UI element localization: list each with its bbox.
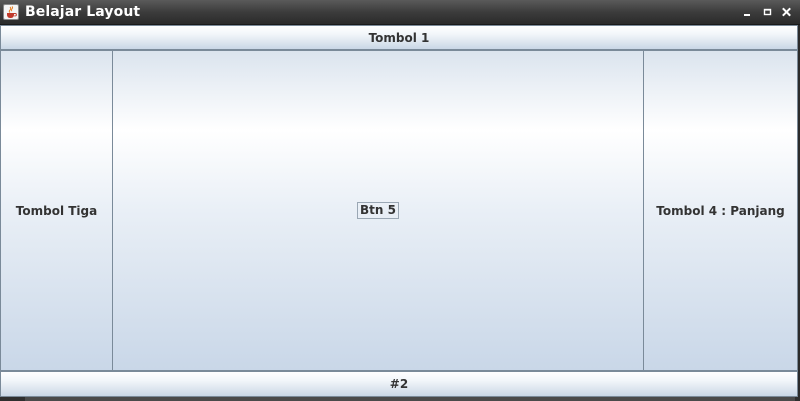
- maximize-icon[interactable]: [762, 6, 774, 18]
- tombol-tiga-button[interactable]: Tombol Tiga: [0, 50, 113, 371]
- btn-5-button[interactable]: Btn 5: [112, 50, 644, 371]
- window-bottom-border: [0, 397, 800, 401]
- tombol-1-button[interactable]: Tombol 1: [0, 25, 798, 50]
- minimize-icon[interactable]: [742, 6, 754, 18]
- app-window: Belajar Layout Tombol 1 Tombol Tiga Btn: [0, 0, 800, 401]
- close-icon[interactable]: [781, 6, 793, 18]
- java-cup-icon[interactable]: [3, 4, 19, 20]
- button-2[interactable]: #2: [0, 371, 798, 397]
- btn-5-label: Btn 5: [357, 202, 399, 219]
- tombol-4-label: Tombol 4 : Panjang: [656, 203, 785, 218]
- tombol-4-button[interactable]: Tombol 4 : Panjang: [643, 50, 798, 371]
- tombol-tiga-label: Tombol Tiga: [15, 203, 98, 218]
- title-bar[interactable]: Belajar Layout: [0, 0, 800, 25]
- content-pane: Tombol 1 Tombol Tiga Btn 5 Tombol 4 : Pa…: [0, 25, 798, 397]
- tombol-1-label: Tombol 1: [368, 30, 430, 45]
- button-2-label: #2: [389, 377, 409, 391]
- resize-handle[interactable]: [25, 397, 795, 401]
- window-title: Belajar Layout: [25, 4, 141, 20]
